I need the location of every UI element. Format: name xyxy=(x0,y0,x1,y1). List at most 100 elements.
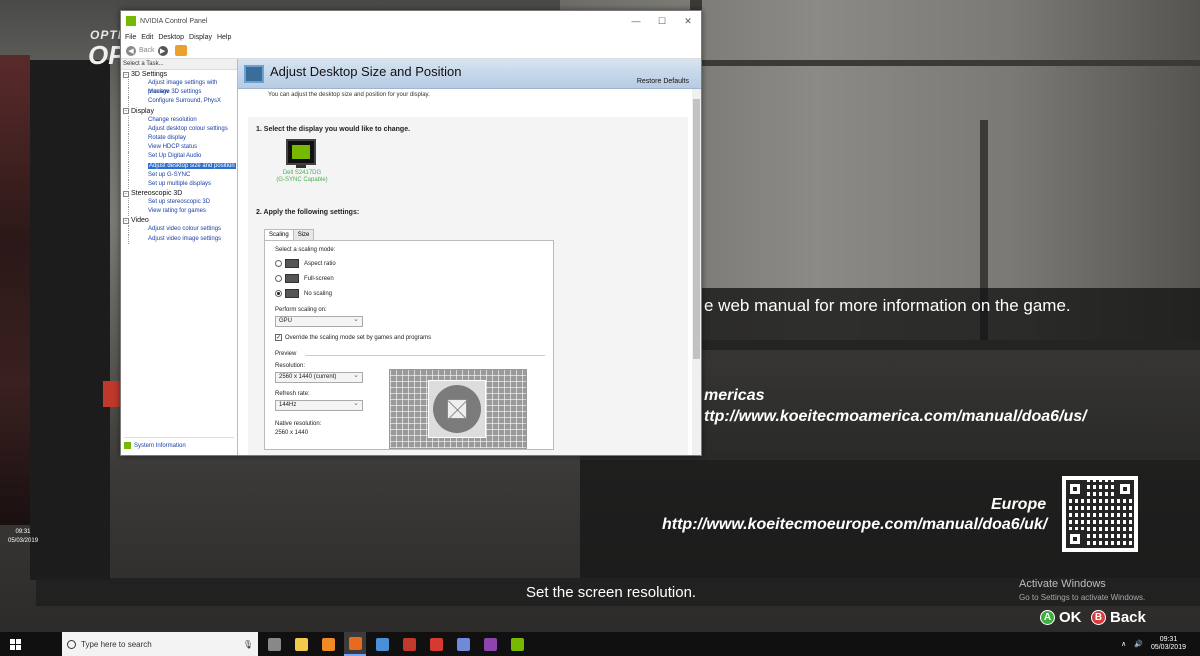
task-adjust-desktop-size[interactable]: Adjust desktop size and position xyxy=(128,161,237,171)
taskbar-file-explorer-icon[interactable] xyxy=(290,632,312,656)
europe-label: Europe xyxy=(991,496,1047,513)
collapse-icon[interactable]: − xyxy=(123,217,129,224)
task-manage-3d-settings[interactable]: Manage 3D settings xyxy=(128,88,237,98)
character-art xyxy=(0,55,30,525)
resolution-select[interactable]: 2560 x 1440 (current) xyxy=(275,371,363,383)
activate-windows-title: Activate Windows xyxy=(1019,578,1106,590)
task-view-hdcp[interactable]: View HDCP status xyxy=(128,143,237,153)
task-adjust-image-settings[interactable]: Adjust image settings with preview xyxy=(128,79,237,95)
discord-icon xyxy=(456,637,470,651)
taskbar-task-view-icon[interactable] xyxy=(263,632,285,656)
taskbar-gaming-app-icon[interactable] xyxy=(425,632,447,656)
scaling-tab-panel: Select a scaling mode: Aspect ratio Full… xyxy=(264,240,554,450)
back-arrow-icon[interactable]: ◀ xyxy=(126,45,136,56)
taskbar-msi-afterburner-icon[interactable] xyxy=(398,632,420,656)
scrollbar-thumb[interactable] xyxy=(693,99,700,359)
restore-defaults-link[interactable]: Restore Defaults xyxy=(637,78,689,85)
clock-date: 05/03/2019 xyxy=(1150,644,1186,651)
monitor-icon[interactable] xyxy=(286,139,316,165)
start-button[interactable] xyxy=(0,632,30,656)
back-label[interactable]: Back xyxy=(139,47,155,54)
network-app-icon xyxy=(375,637,389,651)
close-button[interactable]: ✕ xyxy=(675,16,701,27)
americas-url: ttp://www.koeitecmoamerica.com/manual/do… xyxy=(704,408,1087,425)
taskbar-discord-icon[interactable] xyxy=(452,632,474,656)
task-configure-surround[interactable]: Configure Surround, PhysX xyxy=(128,97,237,107)
task-view-rating[interactable]: View rating for games xyxy=(128,207,237,217)
refresh-rate-select[interactable]: 144Hz xyxy=(275,399,363,411)
task-setup-stereoscopic[interactable]: Set up stereoscopic 3D xyxy=(128,198,237,208)
task-tree: −3D Settings Adjust image settings with … xyxy=(121,70,237,244)
taskbar-clock[interactable]: 09:31 05/03/2019 xyxy=(1151,636,1186,652)
side-clock-time: 09:31 xyxy=(15,529,31,535)
radio-full-screen[interactable]: Full-screen xyxy=(275,274,334,283)
content-scrollbar[interactable] xyxy=(692,89,701,455)
taskbar-search[interactable]: Type here to search 🎙 xyxy=(62,632,258,656)
maximize-button[interactable]: ☐ xyxy=(649,16,675,27)
task-adjust-desktop-colour[interactable]: Adjust desktop colour settings xyxy=(128,124,237,134)
title-bar[interactable]: NVIDIA Control Panel — ☐ ✕ xyxy=(121,11,701,31)
microphone-icon[interactable]: 🎙 xyxy=(243,640,253,649)
category-video[interactable]: − Video xyxy=(123,216,237,225)
back-button[interactable]: B Back xyxy=(1091,609,1146,626)
preview-label: Preview xyxy=(275,351,297,357)
task-video-image[interactable]: Adjust video image settings xyxy=(128,234,237,244)
home-icon[interactable] xyxy=(174,45,187,56)
tray-expand-icon[interactable]: ∧ xyxy=(1121,640,1126,648)
preview-divider xyxy=(305,355,545,356)
windows-taskbar: Type here to search 🎙 ∧ 🔊 09:31 05/03/20… xyxy=(0,632,1200,656)
task-digital-audio[interactable]: Set Up Digital Audio xyxy=(128,152,237,162)
perform-scaling-label: Perform scaling on: xyxy=(275,307,327,313)
nvidia-icon xyxy=(510,637,524,651)
cortana-icon xyxy=(67,639,76,649)
task-sidebar: Select a Task... −3D Settings Adjust ima… xyxy=(121,59,238,455)
taskbar-network-app-icon[interactable] xyxy=(371,632,393,656)
collapse-icon[interactable]: − xyxy=(123,71,129,78)
side-clock-date: 05/03/2019 xyxy=(8,538,39,544)
back-label: Back xyxy=(1110,609,1146,626)
override-scaling-checkbox[interactable]: ✓ Override the scaling mode set by games … xyxy=(275,334,431,341)
options-sidebar xyxy=(30,60,110,580)
page-description: You can adjust the desktop size and posi… xyxy=(268,92,430,98)
nvidia-logo-icon xyxy=(126,16,136,26)
scaling-preview xyxy=(389,369,527,449)
volume-icon[interactable]: 🔊 xyxy=(1134,640,1143,648)
taskbar-onenote-icon[interactable] xyxy=(479,632,501,656)
category-stereoscopic-3d[interactable]: − Stereoscopic 3D xyxy=(123,189,237,198)
display-label: Dell S2417DG (G-SYNC Capable) xyxy=(276,170,328,183)
menu-display[interactable]: Display xyxy=(189,34,212,41)
nvidia-control-panel-window: NVIDIA Control Panel — ☐ ✕ File Edit Des… xyxy=(120,10,702,456)
task-rotate-display[interactable]: Rotate display xyxy=(128,133,237,144)
task-setup-gsync[interactable]: Set up G-SYNC xyxy=(128,170,237,180)
ok-button[interactable]: A OK xyxy=(1040,609,1082,626)
msi-afterburner-icon xyxy=(402,637,416,651)
collapse-icon[interactable]: − xyxy=(123,190,129,197)
task-change-resolution[interactable]: Change resolution xyxy=(128,115,237,125)
ceiling-beam xyxy=(700,60,1200,66)
taskbar-firefox-icon[interactable] xyxy=(344,632,366,656)
content-pane: Adjust Desktop Size and Position Restore… xyxy=(238,59,701,455)
menu-file[interactable]: File xyxy=(125,34,136,41)
category-3d-settings[interactable]: −3D Settings xyxy=(123,70,237,79)
taskbar-vlc-icon[interactable] xyxy=(317,632,339,656)
vlc-icon xyxy=(321,637,335,651)
task-video-colour[interactable]: Adjust video colour settings xyxy=(128,225,237,235)
radio-no-scaling[interactable]: No scaling xyxy=(275,289,332,298)
system-information-link[interactable]: System Information xyxy=(124,437,234,449)
americas-label: mericas xyxy=(704,387,765,404)
minimize-button[interactable]: — xyxy=(623,16,649,27)
collapse-icon[interactable]: − xyxy=(123,108,129,115)
perform-scaling-select[interactable]: GPU xyxy=(275,315,363,327)
radio-aspect-ratio[interactable]: Aspect ratio xyxy=(275,259,336,268)
forward-arrow-icon[interactable]: ▶ xyxy=(157,45,168,56)
taskbar-nvidia-icon[interactable] xyxy=(506,632,528,656)
menu-edit[interactable]: Edit xyxy=(141,34,153,41)
clock-time: 09:31 xyxy=(1159,636,1178,643)
taskbar-apps xyxy=(258,632,528,656)
task-multiple-displays[interactable]: Set up multiple displays xyxy=(128,179,237,190)
checkbox-icon[interactable]: ✓ xyxy=(275,334,282,341)
menu-help[interactable]: Help xyxy=(217,34,231,41)
a-button-icon: A xyxy=(1040,610,1055,625)
category-display[interactable]: − Display xyxy=(123,107,237,116)
menu-desktop[interactable]: Desktop xyxy=(158,34,184,41)
